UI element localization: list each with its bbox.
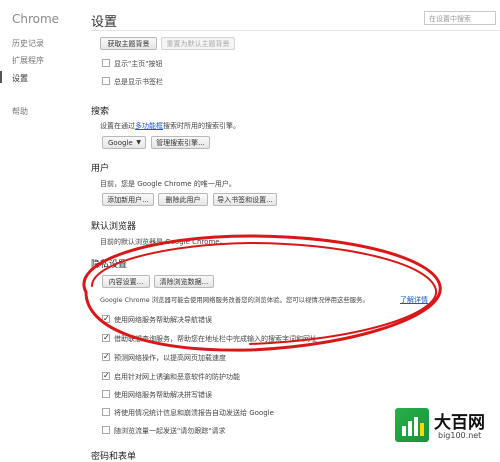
annotation-ellipse-overlay <box>82 234 442 352</box>
watermark-name: 大百网 <box>434 413 485 433</box>
watermark-logo-icon <box>395 408 429 442</box>
annotation-stroke <box>82 234 442 352</box>
watermark-url: big100.net <box>438 431 482 440</box>
